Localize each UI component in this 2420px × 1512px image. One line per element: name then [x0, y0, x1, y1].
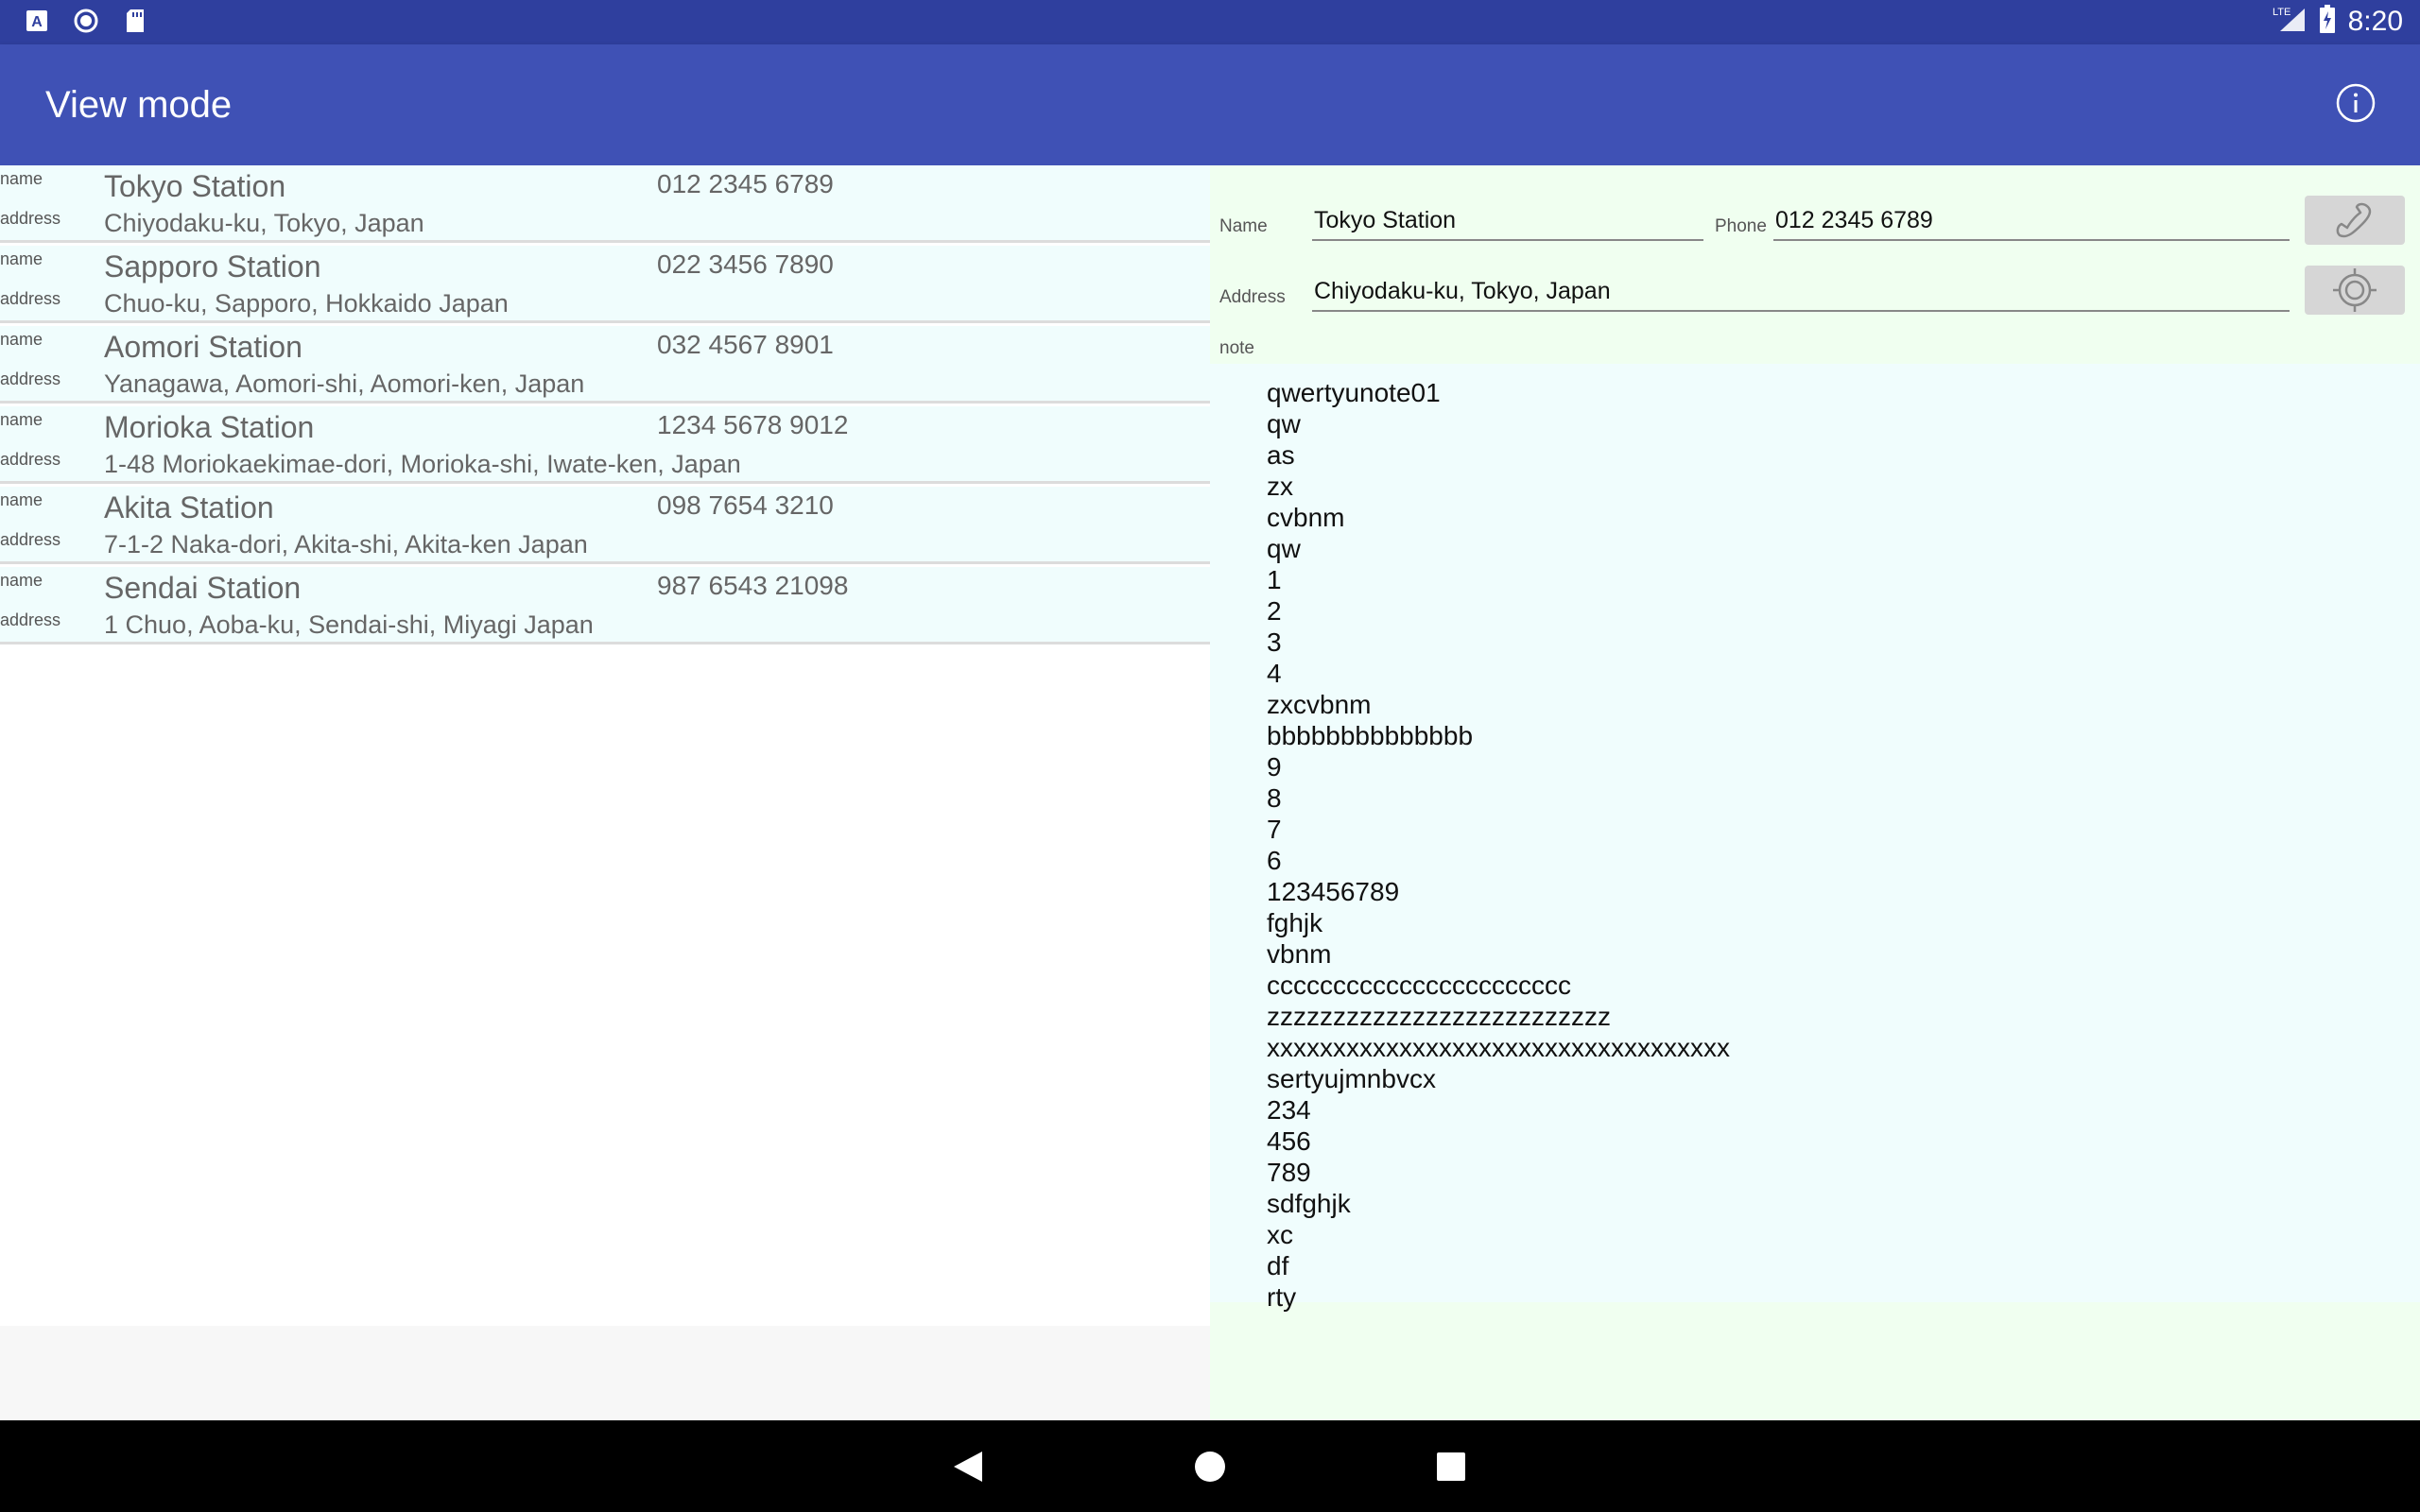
info-icon[interactable] [2335, 82, 2377, 124]
list-item[interactable]: name address Morioka Station 1234 5678 9… [0, 406, 1210, 484]
page-title: View mode [45, 84, 233, 126]
address-label: address [0, 289, 61, 308]
station-address: 1-48 Moriokaekimae-dori, Morioka-shi, Iw… [104, 450, 741, 478]
name-label: name [0, 490, 43, 509]
phone-handset-icon [2336, 202, 2372, 238]
name-label: name [0, 169, 43, 188]
phone-field[interactable]: 012 2345 6789 [1773, 203, 2290, 241]
address-label: address [0, 209, 61, 228]
station-name: Akita Station [104, 490, 274, 524]
station-phone: 098 7654 3210 [657, 490, 834, 520]
name-field[interactable]: Tokyo Station [1312, 203, 1703, 241]
station-name: Morioka Station [104, 410, 315, 444]
address-label: address [0, 530, 61, 549]
list-item[interactable]: name address Sendai Station 987 6543 210… [0, 567, 1210, 644]
battery-charging-icon [2319, 5, 2335, 38]
station-phone: 032 4567 8901 [657, 330, 834, 359]
name-label: name [0, 571, 43, 590]
station-address: 7-1-2 Naka-dori, Akita-shi, Akita-ken Ja… [104, 530, 588, 558]
station-name: Aomori Station [104, 330, 302, 364]
address-field-label: Address [1219, 287, 1286, 307]
list-item[interactable]: name address Aomori Station 032 4567 890… [0, 326, 1210, 404]
station-name: Tokyo Station [104, 169, 286, 203]
address-label: address [0, 610, 61, 629]
circle-icon [74, 9, 98, 33]
list-item[interactable]: name address Sapporo Station 022 3456 78… [0, 246, 1210, 323]
status-bar: A LTE 8:20 [0, 0, 2420, 44]
station-address: Chiyodaku-ku, Tokyo, Japan [104, 209, 424, 237]
crosshair-icon [2333, 268, 2377, 312]
address-field[interactable]: Chiyodaku-ku, Tokyo, Japan [1312, 274, 2290, 312]
address-label: address [0, 450, 61, 469]
name-label: name [0, 249, 43, 268]
station-phone: 022 3456 7890 [657, 249, 834, 279]
name-label: name [0, 330, 43, 349]
network-label: LTE [2273, 7, 2290, 18]
app-bar: View mode [0, 44, 2420, 165]
back-icon[interactable] [944, 1443, 992, 1490]
list-item[interactable]: name address Akita Station 098 7654 3210… [0, 487, 1210, 564]
station-list: name address Tokyo Station 012 2345 6789… [0, 165, 1210, 1326]
address-label: address [0, 369, 61, 388]
name-field-label: Name [1219, 216, 1268, 236]
svg-text:A: A [31, 14, 43, 30]
note-label: note [1219, 338, 1254, 358]
station-address: Yanagawa, Aomori-shi, Aomori-ken, Japan [104, 369, 585, 398]
locate-button[interactable] [2305, 266, 2405, 315]
nav-bar [0, 1420, 2420, 1512]
list-item[interactable]: name address Tokyo Station 012 2345 6789… [0, 165, 1210, 243]
station-phone: 012 2345 6789 [657, 169, 834, 198]
home-icon[interactable] [1186, 1443, 1234, 1490]
detail-panel: Name Tokyo Station Phone 012 2345 6789 A… [1210, 165, 2420, 1420]
phone-field-label: Phone [1715, 216, 1767, 236]
station-address: 1 Chuo, Aoba-ku, Sendai-shi, Miyagi Japa… [104, 610, 594, 639]
station-phone: 987 6543 21098 [657, 571, 849, 600]
signal-icon: LTE [2273, 5, 2307, 38]
station-name: Sapporo Station [104, 249, 321, 284]
station-phone: 1234 5678 9012 [657, 410, 849, 439]
station-address: Chuo-ku, Sapporo, Hokkaido Japan [104, 289, 509, 318]
recents-icon[interactable] [1427, 1443, 1475, 1490]
note-field[interactable]: qwertyunote01 qw as zx cvbnm qw 1 2 3 4 … [1210, 364, 2420, 1312]
note-text: qwertyunote01 qw as zx cvbnm qw 1 2 3 4 … [1267, 378, 1730, 1312]
name-label: name [0, 410, 43, 429]
a-box-icon: A [25, 9, 49, 33]
clock: 8:20 [2347, 5, 2403, 37]
call-button[interactable] [2305, 196, 2405, 245]
station-name: Sendai Station [104, 571, 302, 605]
list-footer [0, 1326, 1210, 1420]
sd-card-icon [123, 9, 147, 33]
